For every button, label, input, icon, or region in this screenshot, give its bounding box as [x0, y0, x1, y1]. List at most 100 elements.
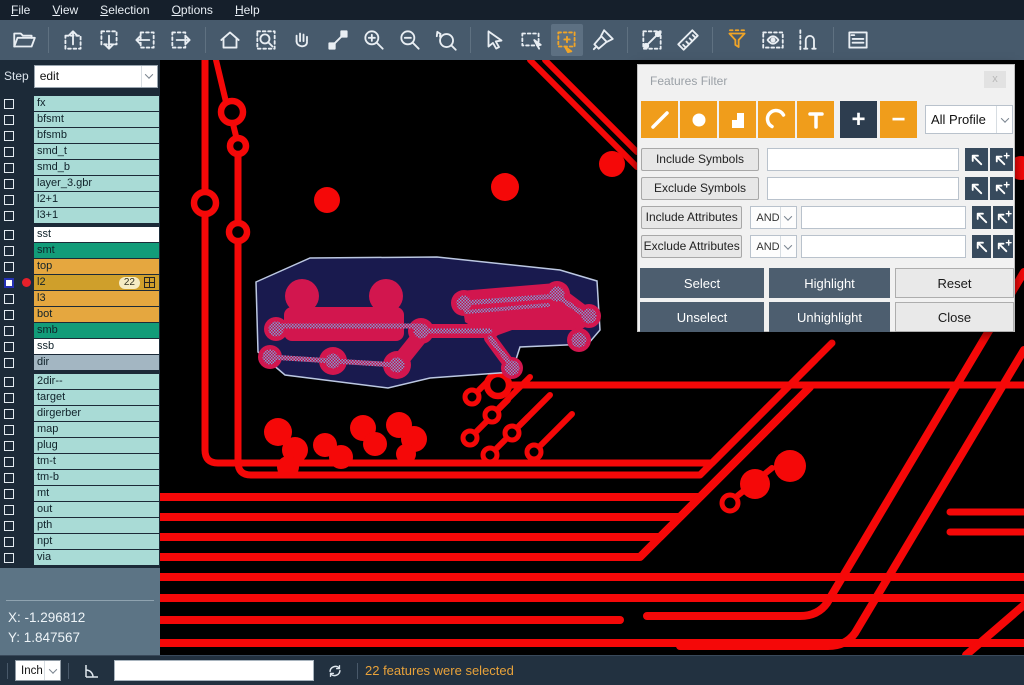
- layer-checkbox[interactable]: [4, 211, 14, 221]
- pick-from-canvas-button[interactable]: [972, 235, 992, 258]
- layer-row-smd_b[interactable]: smd_b: [0, 160, 160, 175]
- menu-item-view[interactable]: View: [41, 0, 89, 20]
- layer-chip-map[interactable]: map: [34, 422, 159, 437]
- exclude-symbols-button[interactable]: Exclude Symbols: [641, 177, 759, 200]
- refresh-icon[interactable]: [326, 662, 344, 680]
- dialog-close-button[interactable]: x: [984, 71, 1006, 88]
- layer-chip-target[interactable]: target: [34, 390, 159, 405]
- exclude-attributes-button[interactable]: Exclude Attributes: [641, 235, 742, 258]
- snap-mode-button[interactable]: [793, 24, 825, 56]
- layer-row-pth[interactable]: pth: [0, 518, 160, 533]
- step-select[interactable]: edit: [34, 65, 158, 88]
- layer-row-l2+1[interactable]: l2+1: [0, 192, 160, 207]
- reset-button[interactable]: Reset: [895, 268, 1014, 298]
- pick-add-from-canvas-button[interactable]: [993, 206, 1013, 229]
- filter-surface-button[interactable]: [719, 101, 756, 138]
- profile-select[interactable]: All Profile: [925, 105, 1013, 134]
- move-up-button[interactable]: [57, 24, 89, 56]
- and-or-select[interactable]: AND: [750, 206, 796, 229]
- pick-add-from-canvas-button[interactable]: [990, 177, 1013, 200]
- layer-chip-l2[interactable]: l222: [34, 275, 159, 290]
- include-symbols-button[interactable]: Include Symbols: [641, 148, 759, 171]
- pick-add-from-canvas-button[interactable]: [990, 148, 1013, 171]
- layer-chip-dir[interactable]: dir: [34, 355, 159, 370]
- filter-pad-button[interactable]: [680, 101, 717, 138]
- menu-item-selection[interactable]: Selection: [89, 0, 160, 20]
- layer-row-fx[interactable]: fx: [0, 96, 160, 111]
- layer-row-out[interactable]: out: [0, 502, 160, 517]
- layer-row-l3[interactable]: l3: [0, 291, 160, 306]
- layer-row-npt[interactable]: npt: [0, 534, 160, 549]
- exclude-attributes-input[interactable]: [801, 235, 966, 258]
- pick-from-canvas-button[interactable]: [972, 206, 992, 229]
- layer-row-bfsmb[interactable]: bfsmb: [0, 128, 160, 143]
- layer-row-dirgerber[interactable]: dirgerber: [0, 406, 160, 421]
- layer-checkbox[interactable]: [4, 521, 14, 531]
- add-filter-button[interactable]: +: [840, 101, 877, 138]
- angle-measure-icon[interactable]: [82, 661, 102, 681]
- layer-checkbox[interactable]: [4, 278, 14, 288]
- matrix-icon[interactable]: [144, 277, 155, 288]
- layer-checkbox[interactable]: [4, 147, 14, 157]
- features-filter-button[interactable]: [721, 24, 753, 56]
- layer-row-l3+1[interactable]: l3+1: [0, 208, 160, 223]
- layer-row-dir[interactable]: dir: [0, 355, 160, 370]
- include-attributes-input[interactable]: [801, 206, 966, 229]
- layer-chip-smt[interactable]: smt: [34, 243, 159, 258]
- unhighlight-button[interactable]: Unhighlight: [769, 302, 890, 332]
- include-symbols-input[interactable]: [767, 148, 959, 171]
- show-features-button[interactable]: [757, 24, 789, 56]
- layer-checkbox[interactable]: [4, 294, 14, 304]
- move-left-button[interactable]: [129, 24, 161, 56]
- layer-checkbox[interactable]: [4, 246, 14, 256]
- layer-row-layer_3.gbr[interactable]: layer_3.gbr: [0, 176, 160, 191]
- select-reference-button[interactable]: [551, 24, 583, 56]
- include-attributes-button[interactable]: Include Attributes: [641, 206, 742, 229]
- menu-item-options[interactable]: Options: [161, 0, 224, 20]
- layer-row-tm-t[interactable]: tm-t: [0, 454, 160, 469]
- layer-row-smd_t[interactable]: smd_t: [0, 144, 160, 159]
- layer-row-target[interactable]: target: [0, 390, 160, 405]
- measure-distance-button[interactable]: [322, 24, 354, 56]
- open-folder-button[interactable]: [8, 24, 40, 56]
- layer-row-smb[interactable]: smb: [0, 323, 160, 338]
- zoom-window-button[interactable]: [250, 24, 282, 56]
- layer-row-tm-b[interactable]: tm-b: [0, 470, 160, 485]
- layer-checkbox[interactable]: [4, 262, 14, 272]
- layer-row-ssb[interactable]: ssb: [0, 339, 160, 354]
- layer-chip-l3+1[interactable]: l3+1: [34, 208, 159, 223]
- layer-chip-layer_3.gbr[interactable]: layer_3.gbr: [34, 176, 159, 191]
- layer-chip-2dir--[interactable]: 2dir--: [34, 374, 159, 389]
- command-input[interactable]: [114, 660, 314, 681]
- close-button[interactable]: Close: [895, 302, 1014, 332]
- layer-chip-pth[interactable]: pth: [34, 518, 159, 533]
- layer-checkbox[interactable]: [4, 537, 14, 547]
- layer-checkbox[interactable]: [4, 195, 14, 205]
- layer-chip-tm-b[interactable]: tm-b: [34, 470, 159, 485]
- layer-checkbox[interactable]: [4, 163, 14, 173]
- layer-chip-smd_t[interactable]: smd_t: [34, 144, 159, 159]
- layer-chip-npt[interactable]: npt: [34, 534, 159, 549]
- unit-select[interactable]: Inch: [15, 660, 61, 681]
- layer-row-2dir--[interactable]: 2dir--: [0, 374, 160, 389]
- layer-chip-sst[interactable]: sst: [34, 227, 159, 242]
- layer-row-top[interactable]: top: [0, 259, 160, 274]
- layer-checkbox[interactable]: [4, 131, 14, 141]
- layer-chip-l3[interactable]: l3: [34, 291, 159, 306]
- zoom-previous-button[interactable]: [430, 24, 462, 56]
- move-right-button[interactable]: [165, 24, 197, 56]
- layer-checkbox[interactable]: [4, 99, 14, 109]
- menu-item-help[interactable]: Help: [224, 0, 271, 20]
- layer-chip-out[interactable]: out: [34, 502, 159, 517]
- and-or-select[interactable]: AND: [750, 235, 796, 258]
- filter-line-button[interactable]: [641, 101, 678, 138]
- layer-checkbox[interactable]: [4, 326, 14, 336]
- menu-item-file[interactable]: File: [0, 0, 41, 20]
- layer-checkbox[interactable]: [4, 358, 14, 368]
- layer-row-map[interactable]: map: [0, 422, 160, 437]
- layer-row-bfsmt[interactable]: bfsmt: [0, 112, 160, 127]
- layer-checkbox[interactable]: [4, 393, 14, 403]
- layer-checkbox[interactable]: [4, 425, 14, 435]
- layer-checkbox[interactable]: [4, 179, 14, 189]
- select-rectangle-button[interactable]: [515, 24, 547, 56]
